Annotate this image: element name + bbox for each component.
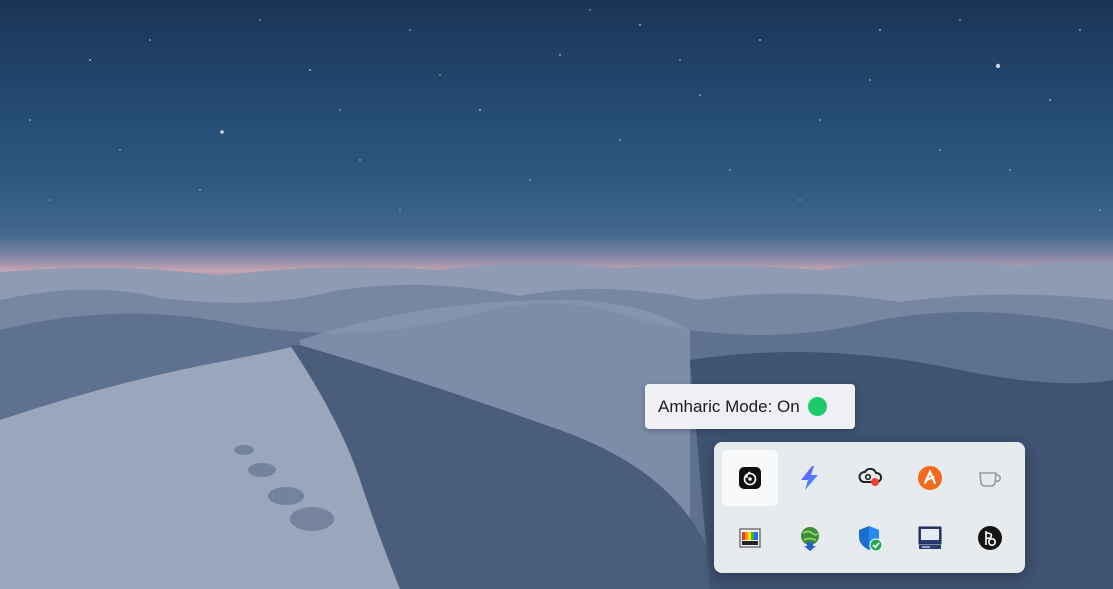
creative-cloud-sync-icon (858, 467, 883, 486)
display-monitor-icon (918, 526, 942, 549)
tray-icon-color-palette[interactable] (722, 510, 778, 566)
tray-icon-windows-security[interactable] (842, 510, 898, 566)
beats-b-icon (978, 526, 1002, 550)
coffee-cup-icon (979, 472, 1001, 487)
obs-studio-icon (739, 467, 761, 489)
tray-icon-lightning-app[interactable] (782, 450, 838, 506)
tray-icon-display[interactable] (902, 510, 958, 566)
avast-antivirus-icon (918, 466, 942, 490)
tray-icon-avast[interactable] (902, 450, 958, 506)
windows-security-shield-icon (859, 526, 883, 552)
tray-icon-coffee[interactable] (962, 450, 1018, 506)
status-dot-icon (807, 397, 827, 416)
tray-icon-creative-cloud[interactable] (842, 450, 898, 506)
download-manager-globe-icon (801, 527, 819, 551)
amharic-mode-tooltip: Amharic Mode: On (645, 384, 855, 429)
system-tray-overflow-panel (714, 442, 1025, 573)
tray-icon-beats[interactable] (962, 510, 1018, 566)
tray-icon-download-manager[interactable] (782, 510, 838, 566)
tray-icon-obs-studio[interactable] (722, 450, 778, 506)
tooltip-label: Amharic Mode: On (658, 396, 800, 416)
lightning-bolt-app-icon (801, 466, 818, 490)
color-palette-icon (739, 528, 761, 548)
